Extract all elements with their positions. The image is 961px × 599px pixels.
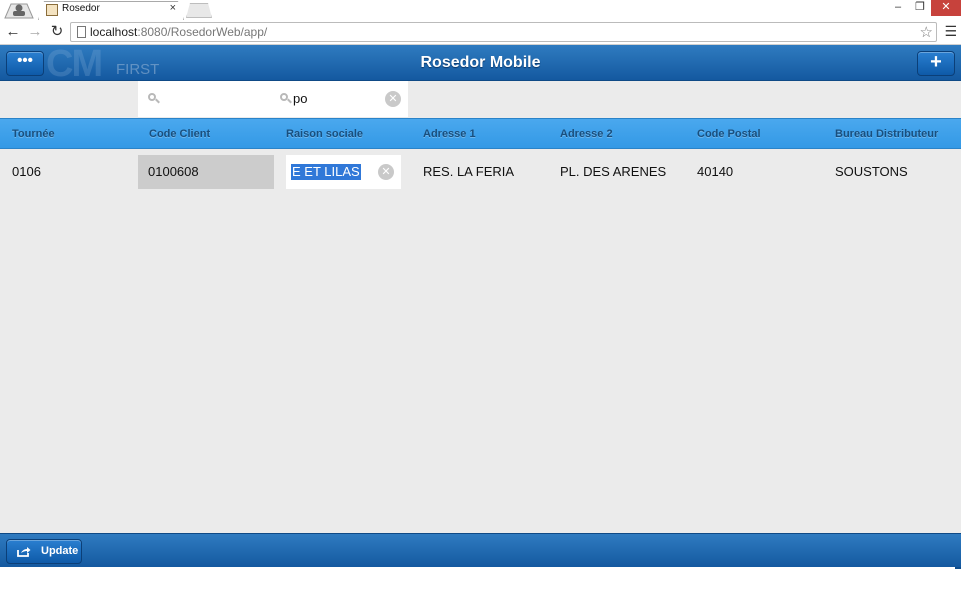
table-row[interactable]: 0106 0100608 E ET LILAS ✕ RES. LA FERIA … — [0, 149, 961, 195]
url-input[interactable]: localhost:8080/RosedorWeb/app/ ☆ — [70, 22, 937, 42]
column-header-adresse1[interactable]: Adresse 1 — [423, 128, 476, 140]
chrome-menu-icon[interactable]: ☰ — [944, 23, 957, 40]
forward-arrow-icon[interactable]: → — [25, 22, 45, 42]
raison-sociale-filter[interactable]: po ✕ — [274, 81, 408, 117]
clear-filter-icon[interactable]: ✕ — [385, 91, 401, 107]
page-icon — [77, 26, 86, 38]
column-header-raison-sociale[interactable]: Raison sociale — [286, 128, 363, 140]
update-button[interactable]: Update — [6, 539, 82, 564]
column-header-code-client[interactable]: Code Client — [149, 128, 210, 140]
reload-icon[interactable]: ↻ — [47, 22, 67, 42]
cell-adresse2: PL. DES ARENES — [560, 164, 667, 179]
back-arrow-icon[interactable]: ← — [3, 22, 23, 42]
cell-bureau: SOUSTONS — [835, 164, 908, 179]
rosedor-favicon-icon — [46, 4, 58, 16]
search-icon — [280, 93, 292, 104]
app-header: CM FIRST Rosedor Mobile ••• + — [0, 43, 961, 85]
minimize-button[interactable]: – — [887, 0, 909, 16]
new-tab-button[interactable] — [186, 3, 212, 18]
address-bar: ← → ↻ localhost:8080/RosedorWeb/app/ ☆ ☰ — [0, 20, 961, 45]
table-header: Tournée Code Client Raison sociale Adres… — [0, 118, 961, 149]
browser-tab-strip: Rosedor × – ❐ ✕ — [0, 0, 961, 20]
tab-close-icon[interactable]: × — [170, 2, 176, 14]
selected-text[interactable]: E ET LILAS — [291, 164, 361, 180]
filter-row: po ✕ — [0, 81, 961, 118]
menu-button[interactable]: ••• — [6, 51, 44, 76]
add-button[interactable]: + — [917, 51, 955, 76]
raison-sociale-edit-field[interactable]: E ET LILAS ✕ — [286, 155, 401, 189]
column-header-bureau-distributeur[interactable]: Bureau Distributeur — [835, 128, 938, 140]
column-header-code-postal[interactable]: Code Postal — [697, 128, 761, 140]
chrome-user-icon[interactable] — [3, 0, 35, 19]
restore-button[interactable]: ❐ — [909, 0, 931, 16]
cell-tournee: 0106 — [12, 164, 41, 179]
page-title: Rosedor Mobile — [420, 54, 541, 71]
window-controls: – ❐ ✕ — [887, 0, 961, 16]
cell-code-postal: 40140 — [697, 164, 734, 179]
app-footer: Update — [0, 533, 961, 567]
url-text: localhost:8080/RosedorWeb/app/ — [90, 25, 268, 39]
footer-edge — [955, 567, 961, 569]
share-export-icon — [17, 547, 31, 557]
app-viewport: CM FIRST Rosedor Mobile ••• + po ✕ Tourn… — [0, 43, 961, 567]
cell-code-client[interactable]: 0100608 — [138, 155, 274, 189]
tab-title: Rosedor — [62, 3, 100, 14]
code-client-filter[interactable] — [138, 81, 274, 117]
search-icon — [148, 93, 160, 104]
close-window-button[interactable]: ✕ — [931, 0, 961, 16]
bookmark-star-icon[interactable]: ☆ — [920, 23, 933, 41]
browser-tab-content[interactable]: Rosedor × — [46, 2, 178, 19]
column-header-adresse2[interactable]: Adresse 2 — [560, 128, 613, 140]
column-header-tournee[interactable]: Tournée — [12, 128, 55, 140]
clear-field-icon[interactable]: ✕ — [378, 164, 394, 180]
cell-adresse1: RES. LA FERIA — [423, 164, 515, 179]
raison-sociale-filter-value[interactable]: po — [293, 91, 307, 106]
update-label: Update — [41, 545, 79, 557]
